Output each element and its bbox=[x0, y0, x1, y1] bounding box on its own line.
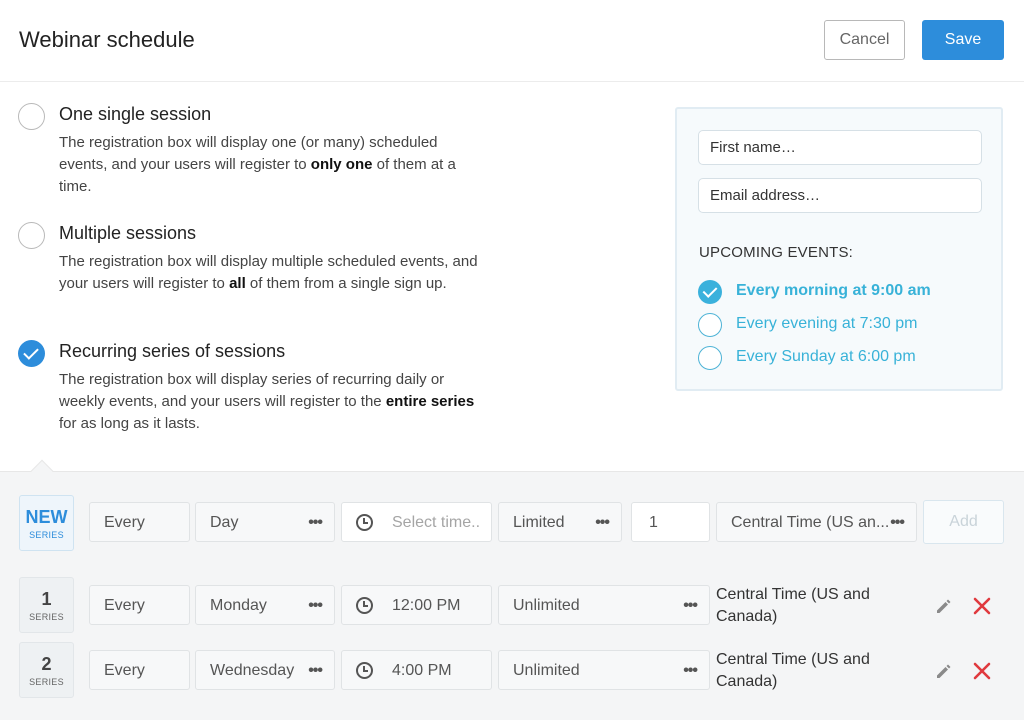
field-text: Every bbox=[104, 514, 145, 531]
more-icon[interactable]: ••• bbox=[308, 514, 323, 532]
field-text: Every bbox=[104, 597, 145, 614]
badge-number: 1 bbox=[41, 589, 52, 609]
series-every-field[interactable]: Every bbox=[89, 585, 190, 625]
series-timezone: Central Time (US and Canada) bbox=[716, 651, 870, 690]
series-day-select[interactable]: Monday ••• bbox=[195, 585, 335, 625]
series-day-select[interactable]: Wednesday ••• bbox=[195, 650, 335, 690]
event-radio[interactable] bbox=[698, 346, 722, 370]
header: Webinar schedule Cancel Save bbox=[0, 0, 1024, 82]
more-icon[interactable]: ••• bbox=[683, 662, 698, 680]
new-frequency-select[interactable]: Day ••• bbox=[195, 502, 335, 542]
series-every-field[interactable]: Every bbox=[89, 650, 190, 690]
option-title: One single session bbox=[59, 104, 212, 124]
field-text: Every bbox=[104, 662, 145, 679]
upcoming-events-heading: UPCOMING EVENTS: bbox=[699, 244, 854, 261]
close-icon[interactable] bbox=[972, 661, 992, 681]
series-limit-select[interactable]: Unlimited ••• bbox=[498, 585, 710, 625]
radio-single-session[interactable] bbox=[18, 103, 45, 130]
more-icon[interactable]: ••• bbox=[308, 597, 323, 615]
event-label: Every Sunday at 6:00 pm bbox=[736, 348, 916, 365]
more-icon[interactable]: ••• bbox=[308, 662, 323, 680]
add-series-button[interactable]: Add bbox=[923, 500, 1004, 544]
option-description: The registration box will display series… bbox=[59, 371, 475, 432]
more-icon[interactable]: ••• bbox=[595, 514, 610, 532]
field-text: Limited bbox=[513, 514, 565, 531]
option-title: Recurring series of sessions bbox=[59, 341, 286, 361]
option-description: The registration box will display one (o… bbox=[59, 134, 456, 195]
more-icon[interactable]: ••• bbox=[683, 597, 698, 615]
cancel-button[interactable]: Cancel bbox=[824, 20, 905, 60]
field-text: 12:00 PM bbox=[392, 597, 461, 614]
event-radio[interactable] bbox=[698, 313, 722, 337]
series-limit-select[interactable]: Unlimited ••• bbox=[498, 650, 710, 690]
new-series-badge: NEW SERIES bbox=[19, 495, 74, 551]
option-title: Multiple sessions bbox=[59, 223, 197, 243]
pencil-icon[interactable] bbox=[934, 596, 954, 616]
field-text: Day bbox=[210, 514, 239, 531]
badge-sub: SERIES bbox=[29, 677, 64, 687]
badge-sub: SERIES bbox=[29, 612, 64, 622]
page-title: Webinar schedule bbox=[19, 27, 195, 52]
event-label: Every morning at 9:00 am bbox=[736, 282, 931, 299]
badge-number: 2 bbox=[41, 654, 52, 674]
field-text: Unlimited bbox=[513, 597, 580, 614]
clock-icon bbox=[356, 662, 373, 679]
series-time-picker[interactable]: 12:00 PM bbox=[341, 585, 492, 625]
radio-multiple-sessions[interactable] bbox=[18, 222, 45, 249]
save-button[interactable]: Save bbox=[922, 20, 1004, 60]
field-text: Monday bbox=[210, 597, 267, 614]
badge-label: NEW bbox=[25, 507, 68, 527]
field-text: Central Time (US an... bbox=[731, 514, 890, 531]
series-timezone: Central Time (US and Canada) bbox=[716, 586, 870, 625]
field-text: 1 bbox=[649, 514, 658, 531]
clock-icon bbox=[356, 597, 373, 614]
field-text: Unlimited bbox=[513, 662, 580, 679]
clock-icon bbox=[356, 514, 373, 531]
event-radio[interactable] bbox=[698, 280, 722, 304]
preview-event-option[interactable]: Every morning at 9:00 am bbox=[698, 280, 998, 304]
preview-event-option[interactable]: Every evening at 7:30 pm bbox=[698, 313, 998, 337]
close-icon[interactable] bbox=[972, 596, 992, 616]
event-label: Every evening at 7:30 pm bbox=[736, 315, 918, 332]
more-icon[interactable]: ••• bbox=[890, 514, 905, 532]
new-every-field[interactable]: Every bbox=[89, 502, 190, 542]
email-field[interactable]: Email address… bbox=[698, 178, 982, 213]
pencil-icon[interactable] bbox=[934, 661, 954, 681]
new-limit-select[interactable]: Limited ••• bbox=[498, 502, 622, 542]
series-time-picker[interactable]: 4:00 PM bbox=[341, 650, 492, 690]
first-name-field[interactable]: First name… bbox=[698, 130, 982, 165]
series-badge: 2 SERIES bbox=[19, 642, 74, 698]
new-timezone-select[interactable]: Central Time (US an... ••• bbox=[716, 502, 917, 542]
new-time-picker[interactable]: Select time.. bbox=[341, 502, 492, 542]
badge-sub: SERIES bbox=[29, 530, 64, 540]
radio-recurring-series[interactable] bbox=[18, 340, 45, 367]
time-placeholder: Select time.. bbox=[392, 514, 481, 531]
field-text: 4:00 PM bbox=[392, 662, 452, 679]
registration-preview: First name… Email address… UPCOMING EVEN… bbox=[675, 107, 1003, 391]
field-text: Wednesday bbox=[210, 662, 295, 679]
preview-event-option[interactable]: Every Sunday at 6:00 pm bbox=[698, 346, 998, 370]
option-description: The registration box will display multip… bbox=[59, 253, 478, 292]
new-count-input[interactable]: 1 bbox=[631, 502, 710, 542]
series-badge: 1 SERIES bbox=[19, 577, 74, 633]
